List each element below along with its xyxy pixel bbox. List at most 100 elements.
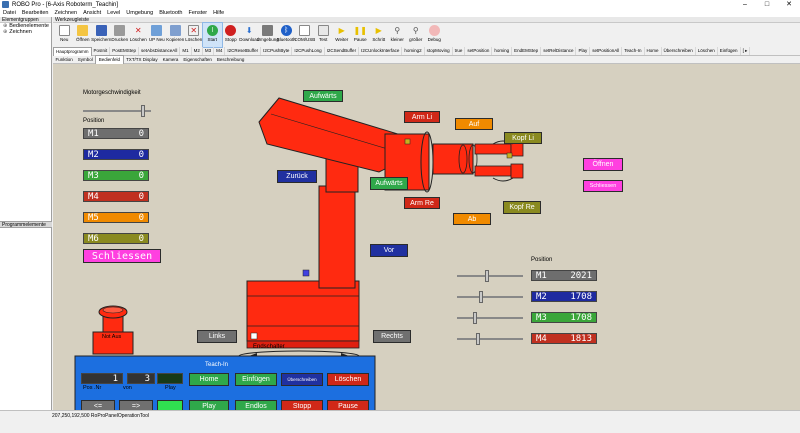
schliessen-button[interactable]: Schliessen (583, 180, 623, 192)
tab-4[interactable]: M1 (180, 47, 192, 55)
slider-thumb[interactable] (140, 105, 145, 117)
menu-bearbeiten[interactable]: Bearbeiten (19, 10, 52, 16)
slider-thumb[interactable] (478, 291, 483, 303)
tab-17[interactable]: homing (492, 47, 513, 55)
tab-22[interactable]: Teach-In (622, 47, 645, 55)
view-tab-3[interactable]: TXT/TX Display (124, 56, 161, 64)
tab-18[interactable]: EndEMStep (512, 47, 542, 55)
motor-slider-m4[interactable] (457, 333, 523, 345)
ueberschreiben-button[interactable]: Überschreiben (281, 373, 323, 386)
menu-zeichnen[interactable]: Zeichnen (51, 10, 80, 16)
com-usb-button[interactable]: COM/USB (294, 23, 315, 47)
copy-button[interactable]: Kopieren (166, 23, 185, 47)
close-button[interactable]: ✕ (778, 0, 800, 9)
new-button[interactable]: Neu (55, 23, 74, 47)
tab-6[interactable]: M3 (203, 47, 215, 55)
tab-19[interactable]: setRelDistance (541, 47, 577, 55)
ab-button[interactable]: Ab (453, 213, 491, 225)
step-button[interactable]: ▶ Schritt (370, 23, 389, 47)
tab-21[interactable]: setPositionAll (590, 47, 623, 55)
menu-datei[interactable]: Datei (0, 10, 19, 16)
view-tab-0[interactable]: Funktion (53, 56, 75, 64)
home-button[interactable]: Home (189, 373, 229, 386)
tree-item-zeichnen[interactable]: ⊕ Zeichnen (0, 29, 51, 35)
tab-5[interactable]: M2 (192, 47, 203, 55)
loeschen-button[interactable]: Löschen (327, 373, 369, 386)
arm-li-button[interactable]: Arm Li (404, 111, 440, 123)
programmelemente-splitter[interactable]: Programmelemente (0, 221, 52, 228)
open-button[interactable]: Öffnen (74, 23, 93, 47)
slider-thumb[interactable] (472, 312, 477, 324)
new-subprogram-button[interactable]: UP Neu (148, 23, 167, 47)
download-button[interactable]: ⬇ Download (239, 23, 259, 47)
tab-20[interactable]: Play (576, 47, 591, 55)
expand-icon[interactable]: ⊕ (3, 29, 7, 35)
tab-23[interactable]: Home (645, 47, 662, 55)
vor-button[interactable]: Vor (370, 244, 408, 257)
view-tab-1[interactable]: Symbol (75, 56, 95, 64)
tab-26[interactable]: Einfügen (718, 47, 741, 55)
motor-slider-m2[interactable] (457, 291, 523, 303)
view-tab-4[interactable]: Kamera (160, 56, 181, 64)
aufwaerts-top-button[interactable]: Aufwärts (303, 90, 343, 102)
tab-11[interactable]: I2CSendBuffer (325, 47, 360, 55)
tab-12[interactable]: I2CUnlockInterface (359, 47, 403, 55)
tab-16[interactable]: setPosition (465, 47, 493, 55)
tab-24[interactable]: Überschreiben (662, 47, 696, 55)
view-tab-6[interactable]: Beschreibung (214, 56, 247, 64)
minimize-button[interactable]: – (734, 0, 756, 9)
tab-25[interactable]: Löschen (696, 47, 718, 55)
maximize-button[interactable]: □ (756, 0, 778, 9)
zurueck-button[interactable]: Zurück (277, 170, 317, 183)
view-tab-2[interactable]: Bedienfeld (95, 55, 124, 64)
slider-thumb[interactable] (484, 270, 489, 282)
tab-8[interactable]: I2CResetBuffer (225, 47, 262, 55)
rechts-button[interactable]: Rechts (373, 330, 411, 343)
kopf-li-button[interactable]: Kopf Li (504, 132, 542, 144)
motor-slider-m3[interactable] (457, 312, 523, 324)
zoom-out-button[interactable]: ⚲ kleiner (388, 23, 407, 47)
print-button[interactable]: Drucken (111, 23, 130, 47)
pause-button[interactable]: ❚❚ Pause (351, 23, 370, 47)
stop-button[interactable]: Stopp (222, 23, 241, 47)
tab-13[interactable]: homing2 (402, 47, 425, 55)
start-button[interactable]: ⏽ Start (202, 22, 223, 48)
links-button[interactable]: Links (197, 330, 237, 343)
tab-0[interactable]: Hauptprogramm (53, 46, 92, 56)
auf-button[interactable]: Auf (455, 118, 493, 130)
tab-1[interactable]: PosInit (92, 47, 111, 55)
environment-button[interactable]: Umgebung (257, 23, 279, 47)
continue-button[interactable]: ▶ Weiter (333, 23, 352, 47)
zoom-in-button[interactable]: ⚲ größer (407, 23, 426, 47)
oeffnen-button[interactable]: Öffnen (583, 158, 623, 171)
aufwaerts-mid-button[interactable]: Aufwärts (370, 177, 408, 190)
tab-9[interactable]: I2CPushByte (261, 47, 293, 55)
tab-2[interactable]: PosEMStep (110, 47, 140, 55)
bluetooth-button[interactable]: ᛒ Bluetooth (277, 23, 296, 47)
tab-7[interactable]: M4 (214, 47, 226, 55)
delete-subprogram-button[interactable]: ✕ Löschen (185, 23, 204, 47)
tab-10[interactable]: I2CPushLong (292, 47, 325, 55)
menu-ansicht[interactable]: Ansicht (80, 10, 104, 16)
test-button[interactable]: Test (314, 23, 333, 47)
menu-umgebung[interactable]: Umgebung (123, 10, 156, 16)
save-button[interactable]: Speichern (91, 23, 111, 47)
debug-button[interactable]: Debug (425, 23, 444, 47)
einfuegen-button[interactable]: Einfügen (235, 373, 277, 386)
menu-hilfe[interactable]: Hilfe (210, 10, 227, 16)
view-tab-5[interactable]: Eigenschaften (181, 56, 215, 64)
arm-re-button[interactable]: Arm Re (404, 197, 440, 209)
slider-thumb[interactable] (475, 333, 480, 345)
tab-14[interactable]: stopMoving (425, 47, 453, 55)
tab-27[interactable]: [ ▸ (741, 47, 751, 55)
motor-speed-slider[interactable] (83, 105, 151, 117)
motor-slider-m1[interactable] (457, 270, 523, 282)
menu-level[interactable]: Level (104, 10, 123, 16)
menu-fenster[interactable]: Fenster (185, 10, 210, 16)
tab-15[interactable]: true (453, 47, 466, 55)
kopf-re-button[interactable]: Kopf Re (503, 201, 541, 214)
delete-button[interactable]: ✕ Löschen (129, 23, 148, 47)
not-aus-button[interactable] (93, 320, 133, 354)
menu-bluetooth[interactable]: Bluetooth (156, 10, 185, 16)
tab-3[interactable]: setAbsDistanceAll (139, 47, 181, 55)
